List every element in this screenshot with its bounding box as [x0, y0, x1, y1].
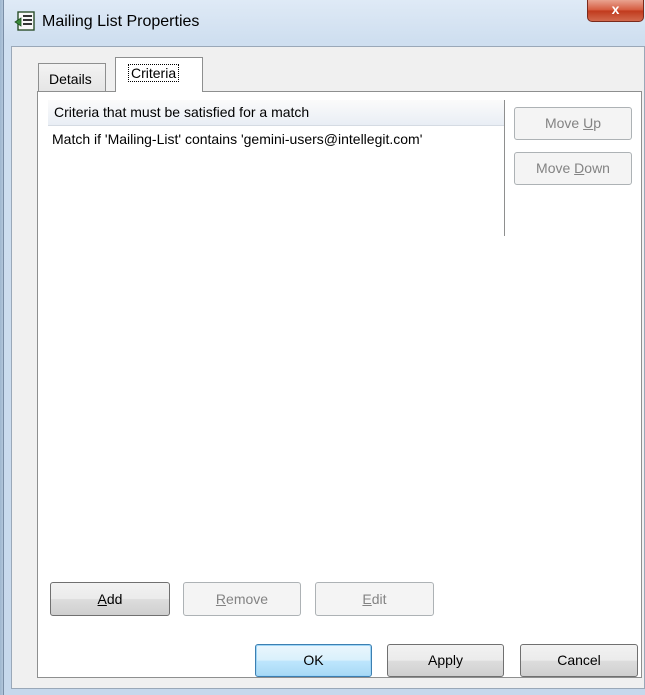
- move-up-label-key: U: [583, 115, 594, 131]
- tab-criteria[interactable]: Criteria: [115, 57, 203, 92]
- remove-button[interactable]: Remove: [183, 582, 301, 616]
- move-up-label-post: p: [593, 115, 602, 131]
- cancel-label: Cancel: [557, 652, 601, 668]
- move-down-label-pre: Move: [536, 160, 575, 176]
- remove-label-key: R: [215, 591, 227, 607]
- edit-label-post: dit: [371, 591, 387, 607]
- criteria-tab-panel: Criteria that must be satisfied for a ma…: [37, 91, 642, 678]
- dialog-client-area: Details Criteria Criteria that must be s…: [11, 46, 645, 689]
- tab-details[interactable]: Details: [38, 63, 106, 91]
- move-down-label-key: D: [574, 160, 585, 176]
- ok-label: OK: [303, 652, 324, 668]
- title-bar[interactable]: Mailing List Properties x: [4, 0, 645, 46]
- tab-criteria-label: Criteria: [128, 64, 180, 82]
- edit-label-key: E: [362, 591, 372, 607]
- cancel-button[interactable]: Cancel: [520, 644, 638, 677]
- close-button[interactable]: x: [587, 0, 644, 22]
- close-icon: x: [611, 1, 620, 17]
- tab-details-label: Details: [49, 71, 92, 87]
- apply-label: Apply: [427, 652, 464, 668]
- properties-app-icon: [14, 11, 35, 31]
- criteria-item-text: Match if 'Mailing-List' contains 'gemini…: [52, 131, 423, 147]
- criteria-list[interactable]: Criteria that must be satisfied for a ma…: [48, 100, 505, 236]
- move-down-label-post: own: [584, 160, 610, 176]
- dialog-window: Mailing List Properties x Details Criter…: [3, 0, 645, 695]
- move-down-button[interactable]: Move Down: [514, 152, 632, 185]
- criteria-list-item[interactable]: Match if 'Mailing-List' contains 'gemini…: [48, 127, 504, 151]
- criteria-list-header[interactable]: Criteria that must be satisfied for a ma…: [48, 100, 504, 126]
- move-up-button[interactable]: Move Up: [514, 107, 632, 140]
- move-up-label-pre: Move: [544, 115, 584, 131]
- edit-button[interactable]: Edit: [315, 582, 434, 616]
- remove-label-post: emove: [226, 591, 269, 607]
- add-button[interactable]: Add: [50, 582, 170, 616]
- add-label-key: A: [97, 591, 107, 607]
- apply-button[interactable]: Apply: [387, 644, 504, 677]
- criteria-header-label: Criteria that must be satisfied for a ma…: [54, 104, 310, 120]
- add-label-post: dd: [106, 591, 123, 607]
- window-title: Mailing List Properties: [42, 13, 200, 30]
- ok-button[interactable]: OK: [255, 644, 372, 677]
